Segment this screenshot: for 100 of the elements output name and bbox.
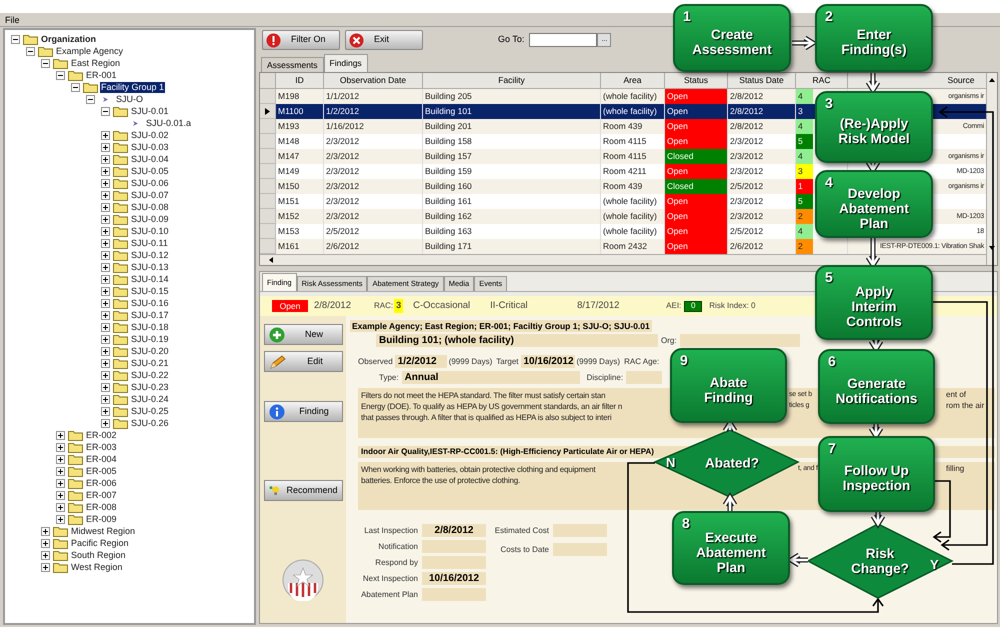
expand-toggle[interactable] — [41, 562, 50, 572]
column-header[interactable]: Facility — [423, 73, 601, 89]
expand-toggle[interactable] — [56, 466, 65, 476]
date-field[interactable]: 10/16/2012 — [422, 572, 486, 585]
expand-toggle[interactable] — [101, 334, 110, 344]
tree-item[interactable]: ER-002 — [85, 430, 118, 440]
edit-button[interactable]: Edit — [264, 351, 342, 372]
expand-toggle[interactable] — [101, 358, 110, 368]
tree-item[interactable]: SJU-0.08 — [130, 202, 170, 212]
tree-item[interactable]: ER-009 — [85, 514, 118, 524]
expand-toggle[interactable] — [101, 142, 110, 152]
tree-item[interactable]: SJU-0.22 — [130, 370, 170, 380]
collapse-toggle[interactable] — [41, 58, 50, 68]
expand-toggle[interactable] — [101, 394, 110, 404]
tree-item[interactable]: SJU-0.24 — [130, 394, 170, 404]
column-header[interactable]: Area — [601, 73, 665, 89]
expand-toggle[interactable] — [101, 382, 110, 392]
tree-item[interactable]: SJU-0.03 — [130, 142, 170, 152]
tree-item[interactable]: SJU-0.10 — [130, 226, 170, 236]
tree-item[interactable]: South Region — [70, 550, 127, 560]
expand-toggle[interactable] — [101, 286, 110, 296]
tree-item[interactable]: Pacific Region — [70, 538, 130, 548]
expand-toggle[interactable] — [41, 526, 50, 536]
tree-item[interactable]: SJU-0.13 — [130, 262, 170, 272]
tree-item[interactable]: SJU-0.05 — [130, 166, 170, 176]
recommend-button[interactable]: Recommend — [264, 480, 342, 501]
expand-toggle[interactable] — [101, 346, 110, 356]
column-header[interactable]: RAC — [796, 73, 848, 89]
tree-item[interactable]: ER-005 — [85, 466, 118, 476]
collapse-toggle[interactable] — [26, 46, 35, 56]
tree-item[interactable]: ER-001 — [85, 70, 118, 80]
expand-toggle[interactable] — [41, 550, 50, 560]
expand-toggle[interactable] — [101, 178, 110, 188]
tree-item[interactable]: SJU-0.15 — [130, 286, 170, 296]
tree-item[interactable]: ER-008 — [85, 502, 118, 512]
tree-item[interactable]: SJU-0.14 — [130, 274, 170, 284]
date-field[interactable]: 1/2/2012 — [394, 355, 447, 368]
expand-toggle[interactable] — [101, 310, 110, 320]
tree-item[interactable]: West Region — [70, 562, 124, 572]
finding-button[interactable]: Finding — [264, 401, 342, 422]
cost-field[interactable] — [553, 543, 607, 556]
exit-button[interactable]: Exit — [345, 30, 423, 50]
date-field[interactable] — [422, 556, 486, 569]
collapse-toggle[interactable] — [56, 70, 65, 80]
tree-item[interactable]: SJU-0.17 — [130, 310, 170, 320]
tree-item[interactable]: Facility Group 1 — [100, 82, 166, 92]
column-header[interactable]: Status Date — [728, 73, 796, 89]
tree-item[interactable]: SJU-0.01 — [130, 106, 170, 116]
column-header[interactable]: Observation Date — [324, 73, 423, 89]
expand-toggle[interactable] — [56, 514, 65, 524]
expand-toggle[interactable] — [101, 226, 110, 236]
tree-item[interactable]: SJU-0.20 — [130, 346, 170, 356]
tree-item[interactable]: East Region — [70, 58, 122, 68]
tree-item[interactable]: Organization — [40, 34, 98, 44]
menu-item[interactable]: File — [5, 14, 20, 24]
expand-toggle[interactable] — [101, 322, 110, 332]
tree-item[interactable]: SJU-0.07 — [130, 190, 170, 200]
tree-item[interactable]: SJU-0.12 — [130, 250, 170, 260]
expand-toggle[interactable] — [101, 166, 110, 176]
tree-item[interactable]: ER-006 — [85, 478, 118, 488]
expand-toggle[interactable] — [56, 478, 65, 488]
tree-item[interactable]: Midwest Region — [70, 526, 136, 536]
date-field[interactable]: 10/16/2012 — [520, 355, 574, 368]
expand-toggle[interactable] — [101, 214, 110, 224]
tree-item[interactable]: SJU-0.18 — [130, 322, 170, 332]
tree-item[interactable]: ER-003 — [85, 442, 118, 452]
collapse-toggle[interactable] — [71, 82, 80, 92]
column-header[interactable]: ID — [276, 73, 324, 89]
expand-toggle[interactable] — [101, 190, 110, 200]
tab[interactable]: Assessments — [261, 57, 324, 72]
tree-item[interactable]: SJU-0.06 — [130, 178, 170, 188]
expand-toggle[interactable] — [101, 250, 110, 260]
row-selector[interactable] — [260, 104, 276, 119]
location-field[interactable]: Building 101; (whole facility) — [376, 334, 658, 347]
scroll-up-icon[interactable] — [988, 77, 996, 83]
expand-toggle[interactable] — [101, 370, 110, 380]
expand-toggle[interactable] — [101, 262, 110, 272]
expand-toggle[interactable] — [56, 502, 65, 512]
tree-item[interactable]: SJU-0.01.a — [145, 118, 192, 128]
discipline-field[interactable] — [626, 371, 662, 384]
collapse-toggle[interactable] — [86, 94, 95, 104]
tree-item[interactable]: SJU-0.25 — [130, 406, 170, 416]
new-button[interactable]: New — [264, 324, 342, 345]
tree-item[interactable]: SJU-0.09 — [130, 214, 170, 224]
tree-item[interactable]: SJU-0.02 — [130, 130, 170, 140]
tree-item[interactable]: SJU-0.23 — [130, 382, 170, 392]
tab[interactable]: Findings — [324, 54, 368, 72]
expand-toggle[interactable] — [101, 274, 110, 284]
date-field[interactable] — [422, 588, 486, 601]
tree-item[interactable]: SJU-0.11 — [130, 238, 169, 248]
expand-toggle[interactable] — [101, 298, 110, 308]
tree-item[interactable]: Example Agency — [55, 46, 124, 56]
type-field[interactable]: Annual — [402, 371, 580, 384]
expand-toggle[interactable] — [56, 454, 65, 464]
tree-item[interactable]: ER-004 — [85, 454, 118, 464]
horizontal-scrollbar[interactable] — [260, 254, 986, 265]
tree-item[interactable]: SJU-0.04 — [130, 154, 170, 164]
tree-item[interactable]: SJU-O — [115, 94, 144, 104]
expand-toggle[interactable] — [56, 490, 65, 500]
expand-toggle[interactable] — [101, 154, 110, 164]
